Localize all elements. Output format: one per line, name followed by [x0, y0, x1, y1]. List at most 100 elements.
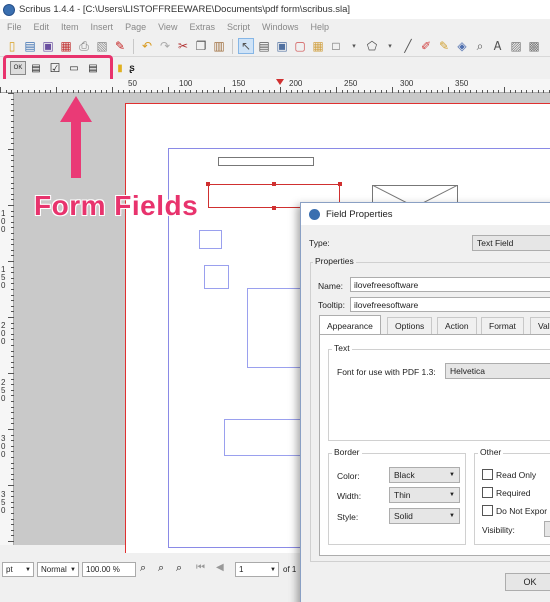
image-frame-icon[interactable]: ▣	[274, 38, 290, 54]
tab-action[interactable]: Action	[437, 317, 477, 334]
text-group-title: Text	[332, 343, 352, 353]
menu-extras[interactable]: Extras	[184, 22, 222, 32]
link-frames-icon[interactable]: ▨	[508, 38, 524, 54]
render-frame-icon[interactable]: ▢	[292, 38, 308, 54]
dropdown-arrow-icon[interactable]: ▾	[382, 38, 398, 54]
zoom-100-icon[interactable]: ⌕	[158, 562, 164, 575]
edit-text-icon[interactable]: Ꭺ	[490, 38, 506, 54]
form-checkbox-field[interactable]	[204, 265, 229, 289]
chevron-down-icon: ▼	[25, 566, 31, 573]
cut-icon[interactable]: ✂	[175, 38, 191, 54]
horizontal-ruler[interactable]: 50 100 150 200 250 300 350	[0, 79, 550, 93]
tab-options[interactable]: Options	[387, 317, 433, 334]
pdf-link-annotation-icon[interactable]: ʂ	[124, 61, 140, 75]
paste-icon[interactable]: ▥	[211, 38, 227, 54]
name-field[interactable]: ilovefreesoftware	[350, 277, 550, 292]
required-checkbox[interactable]	[482, 487, 493, 498]
ruler-marker-icon	[276, 79, 284, 85]
zoom-in-icon[interactable]: ⌕	[176, 562, 182, 575]
preflight-icon[interactable]: ▧	[94, 38, 110, 54]
other-group-title: Other	[478, 447, 504, 457]
required-label: Required	[496, 488, 531, 498]
tooltip-value: ilovefreesoftware	[354, 299, 419, 310]
preview-mode-select[interactable]: Normal ▼	[37, 562, 79, 577]
ok-button[interactable]: OK	[505, 573, 550, 591]
title-bar: Scribus 1.4.4 - [C:\Users\LISTOFFREEWARE…	[0, 0, 550, 19]
save-icon[interactable]: ▣	[40, 38, 56, 54]
export-pdf-icon[interactable]: ✎	[112, 38, 128, 54]
menu-script[interactable]: Script	[222, 22, 257, 32]
previous-page-icon[interactable]: ◀	[216, 562, 224, 573]
text-frame-icon[interactable]: ▤	[256, 38, 272, 54]
border-width-select[interactable]: Thin ▼	[389, 487, 460, 503]
tab-format[interactable]: Format	[481, 317, 524, 334]
zoom-out-icon[interactable]: ⌕	[140, 562, 146, 575]
selection-handle[interactable]	[206, 182, 210, 186]
tab-validate[interactable]: Val	[530, 317, 550, 334]
vertical-ruler[interactable]: 1 0 0 1 5 0 2 0 0 2 5 0 3 0 0 3 5 0	[0, 93, 14, 545]
form-button-field[interactable]	[224, 419, 312, 456]
zoom-value: 100.00 %	[86, 565, 120, 574]
dialog-title: Field Properties	[326, 208, 393, 220]
menu-page[interactable]: Page	[120, 22, 153, 32]
shape-icon[interactable]: □	[328, 38, 344, 54]
read-only-checkbox[interactable]	[482, 469, 493, 480]
border-style-select[interactable]: Solid ▼	[389, 508, 460, 524]
type-label: Type:	[309, 238, 330, 248]
copy-icon[interactable]: ❐	[193, 38, 209, 54]
zoom-icon[interactable]: ⌕	[472, 38, 488, 54]
form-checkbox-field[interactable]	[199, 230, 222, 249]
unlink-frames-icon[interactable]: ▩	[526, 38, 542, 54]
menu-insert[interactable]: Insert	[86, 22, 121, 32]
visibility-label: Visibility:	[482, 525, 515, 535]
open-folder-icon[interactable]: ▤	[22, 38, 38, 54]
menu-windows[interactable]: Windows	[257, 22, 306, 32]
selection-handle[interactable]	[338, 182, 342, 186]
select-arrow-icon[interactable]: ↖	[238, 38, 254, 54]
tab-appearance[interactable]: Appearance	[319, 315, 381, 335]
menu-file[interactable]: File	[2, 22, 29, 32]
selection-handle[interactable]	[272, 206, 276, 210]
menu-item[interactable]: Item	[56, 22, 86, 32]
tooltip-field[interactable]: ilovefreesoftware	[350, 297, 550, 312]
freehand-icon[interactable]: ✎	[436, 38, 452, 54]
ruler-label: 3 5 0	[1, 490, 6, 515]
undo-icon[interactable]: ↶	[139, 38, 155, 54]
font-select[interactable]: Helvetica	[445, 363, 550, 379]
bezier-icon[interactable]: ✐	[418, 38, 434, 54]
redo-icon[interactable]: ↷	[157, 38, 173, 54]
dropdown-arrow-icon[interactable]: ▾	[346, 38, 362, 54]
new-document-icon[interactable]: ▯	[4, 38, 20, 54]
dialog-title-bar[interactable]: Field Properties	[301, 203, 550, 225]
visibility-select[interactable]	[544, 521, 550, 537]
ruler-label: 300	[400, 79, 414, 88]
close-document-icon[interactable]: ▦	[58, 38, 74, 54]
font-label: Font for use with PDF 1.3:	[337, 367, 436, 377]
properties-group-title: Properties	[313, 256, 356, 266]
polygon-icon[interactable]: ⬠	[364, 38, 380, 54]
tab-label: Val	[538, 321, 550, 331]
table-icon[interactable]: ▦	[310, 38, 326, 54]
border-width-value: Thin	[394, 490, 411, 500]
page-number-select[interactable]: 1 ▼	[235, 562, 279, 577]
first-page-icon[interactable]: ⏮	[196, 562, 205, 573]
ruler-label: 50	[128, 79, 137, 88]
rotate-icon[interactable]: ◈	[454, 38, 470, 54]
menu-view[interactable]: View	[153, 22, 184, 32]
unit-select[interactable]: pt ▼	[2, 562, 34, 577]
name-label: Name:	[318, 281, 344, 291]
zoom-input[interactable]: 100.00 %	[82, 562, 136, 577]
border-color-select[interactable]: Black ▼	[389, 467, 460, 483]
ruler-label: 350	[455, 79, 469, 88]
menu-edit[interactable]: Edit	[29, 22, 57, 32]
selection-handle[interactable]	[272, 182, 276, 186]
line-icon[interactable]: ╱	[400, 38, 416, 54]
field-type-select[interactable]: Text Field	[472, 235, 550, 251]
do-not-export-checkbox[interactable]	[482, 505, 493, 516]
menu-help[interactable]: Help	[306, 22, 337, 32]
chevron-down-icon: ▼	[70, 566, 76, 573]
form-text-field[interactable]	[218, 157, 314, 166]
ruler-label: 100	[179, 79, 193, 88]
print-icon[interactable]: ⎙	[76, 38, 92, 54]
field-type-value: Text Field	[477, 238, 514, 248]
